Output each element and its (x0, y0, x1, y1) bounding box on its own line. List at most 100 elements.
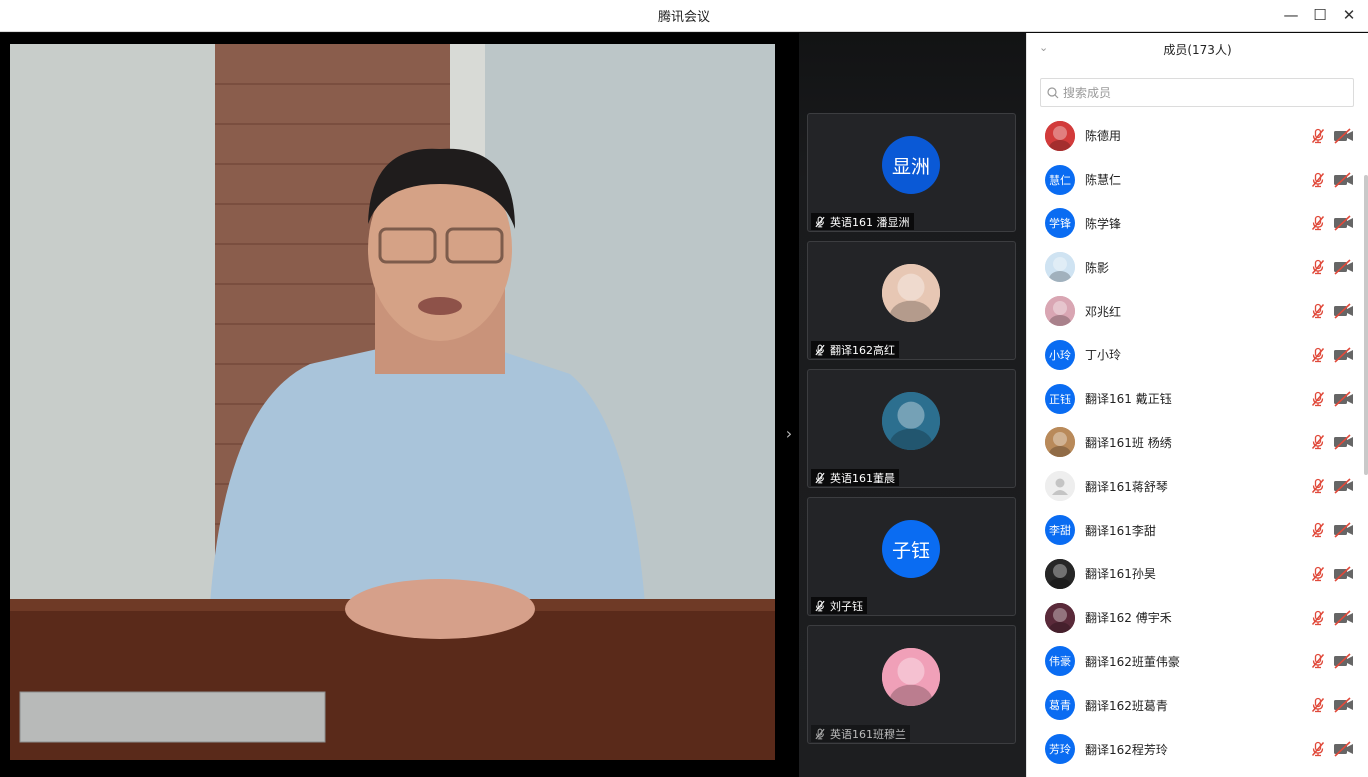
participant-tile[interactable]: 翻译162高红 (807, 241, 1016, 360)
members-count-title: 成员(173人) (1163, 42, 1232, 57)
camera-off-icon (1334, 697, 1353, 713)
video-stage: › 显洲英语161 潘显洲 翻译162高红英语161董晨子钰刘子钰英语161班穆兰 (0, 33, 1026, 777)
member-row[interactable]: 翻译161孙昊 (1027, 552, 1368, 596)
camera-off-icon (1334, 566, 1353, 582)
participant-name: 刘子钰 (830, 599, 863, 613)
member-row[interactable]: 翻译162 傅宇禾 (1027, 596, 1368, 640)
member-avatar (1045, 471, 1075, 502)
member-avatar: 伟豪 (1045, 646, 1075, 677)
member-row[interactable]: 正钰 翻译161 戴正钰 (1027, 377, 1368, 421)
title-bar: 腾讯会议 — ☐ ✕ (0, 0, 1368, 32)
member-name: 陈德用 (1085, 129, 1122, 144)
member-avatar (1045, 120, 1075, 151)
participant-tile[interactable]: 子钰刘子钰 (807, 497, 1016, 616)
avatar-initials: 子钰 (891, 539, 930, 562)
member-row[interactable]: 李甜 翻译161李甜 (1027, 508, 1368, 552)
member-search-input[interactable] (1063, 85, 1333, 100)
member-name: 翻译162程芳玲 (1085, 742, 1168, 757)
members-panel-header: ⌄ 成员(173人) (1027, 33, 1368, 65)
participant-name: 英语161 潘显洲 (830, 215, 910, 229)
mic-muted-icon (1311, 391, 1325, 406)
member-row[interactable]: 学锋 陈学锋 (1027, 202, 1368, 246)
participant-tile[interactable]: 显洲英语161 潘显洲 (807, 113, 1016, 232)
mic-muted-icon (815, 600, 825, 611)
member-avatar: 学锋 (1045, 208, 1075, 239)
minimize-button[interactable]: — (1279, 4, 1303, 26)
member-row[interactable]: 葛青 翻译162班葛青 (1027, 683, 1368, 727)
participant-name-label: 翻译162高红 (811, 341, 899, 358)
member-avatar (1045, 252, 1075, 283)
avatar-initials: 李甜 (1049, 524, 1071, 538)
member-search-box[interactable] (1040, 78, 1354, 107)
member-row[interactable]: 陈德用 (1027, 114, 1368, 158)
mic-muted-icon (815, 728, 825, 739)
member-row[interactable]: 邓兆红 (1027, 289, 1368, 333)
member-avatar: 芳玲 (1045, 734, 1075, 765)
avatar-initials: 显洲 (891, 155, 930, 178)
participant-name-label: 刘子钰 (811, 597, 867, 614)
mic-muted-icon (1311, 479, 1325, 494)
camera-off-icon (1334, 128, 1353, 144)
member-avatar: 慧仁 (1045, 164, 1075, 195)
member-name: 翻译162班葛青 (1085, 698, 1168, 713)
search-icon (1047, 86, 1059, 98)
mic-muted-icon (1311, 172, 1325, 187)
mic-muted-icon (1311, 522, 1325, 538)
member-name: 丁小玲 (1085, 348, 1122, 363)
member-avatar: 葛青 (1045, 690, 1075, 721)
member-avatar: 正钰 (1045, 383, 1075, 414)
mic-muted-icon (1311, 260, 1325, 275)
collapse-thumbnails-button[interactable]: › (781, 421, 797, 445)
camera-off-icon (1334, 653, 1353, 670)
participant-name: 翻译162高红 (830, 343, 895, 357)
mic-muted-icon (815, 216, 825, 227)
camera-off-icon (1334, 391, 1353, 407)
mic-muted-icon (815, 472, 825, 483)
participant-name-label: 英语161 潘显洲 (811, 213, 914, 230)
members-scrollbar[interactable] (1364, 175, 1368, 475)
participant-name-label: 英语161班穆兰 (811, 725, 910, 742)
member-avatar (1045, 427, 1075, 458)
camera-off-icon (1334, 434, 1353, 451)
members-list: 陈德用 慧仁 陈慧仁 学锋 陈学锋 陈影 邓兆红 小玲 丁小玲 正钰 翻译161 戴正钰 翻译161班… (1027, 114, 1368, 771)
member-avatar (1045, 602, 1075, 633)
camera-off-icon (1334, 259, 1353, 275)
member-name: 翻译161孙昊 (1085, 567, 1156, 582)
mic-muted-icon (1311, 303, 1325, 319)
mic-muted-icon (1311, 435, 1325, 450)
avatar-initials: 正钰 (1049, 392, 1071, 406)
participant-tile[interactable]: 英语161董晨 (807, 369, 1016, 488)
member-row[interactable]: 小玲 丁小玲 (1027, 333, 1368, 377)
member-name: 翻译162班董伟豪 (1085, 654, 1180, 669)
member-row[interactable]: 翻译161班 杨绣 (1027, 421, 1368, 465)
speaker-video-frame (10, 44, 775, 760)
chevron-down-icon[interactable]: ⌄ (1039, 41, 1048, 54)
member-name: 陈学锋 (1085, 216, 1122, 231)
member-avatar (1045, 558, 1075, 589)
member-name: 翻译162 傅宇禾 (1085, 611, 1172, 626)
member-row[interactable]: 伟豪 翻译162班董伟豪 (1027, 640, 1368, 684)
participant-avatar (882, 392, 940, 450)
avatar-initials: 葛青 (1049, 699, 1071, 713)
mic-muted-icon (1311, 610, 1325, 625)
member-name: 翻译161 戴正钰 (1085, 392, 1172, 407)
avatar-initials: 小玲 (1049, 348, 1071, 362)
camera-off-icon (1334, 478, 1353, 494)
close-button[interactable]: ✕ (1337, 4, 1361, 26)
member-row[interactable]: 芳玲 翻译162程芳玲 (1027, 727, 1368, 771)
camera-off-icon (1334, 522, 1353, 538)
maximize-button[interactable]: ☐ (1308, 4, 1332, 26)
mic-muted-icon (1311, 698, 1325, 713)
member-row[interactable]: 翻译161蒋舒琴 (1027, 464, 1368, 508)
mic-muted-icon (1311, 741, 1325, 757)
participant-name: 英语161班穆兰 (830, 727, 906, 741)
member-avatar: 李甜 (1045, 515, 1075, 546)
member-row[interactable]: 慧仁 陈慧仁 (1027, 158, 1368, 202)
member-row[interactable]: 陈影 (1027, 245, 1368, 289)
avatar-initials: 芳玲 (1049, 743, 1071, 757)
participant-avatar: 子钰 (882, 520, 940, 578)
participant-tile[interactable]: 英语161班穆兰 (807, 625, 1016, 744)
camera-off-icon (1334, 610, 1353, 626)
main-speaker-video[interactable] (10, 44, 775, 760)
member-avatar: 小玲 (1045, 339, 1075, 370)
